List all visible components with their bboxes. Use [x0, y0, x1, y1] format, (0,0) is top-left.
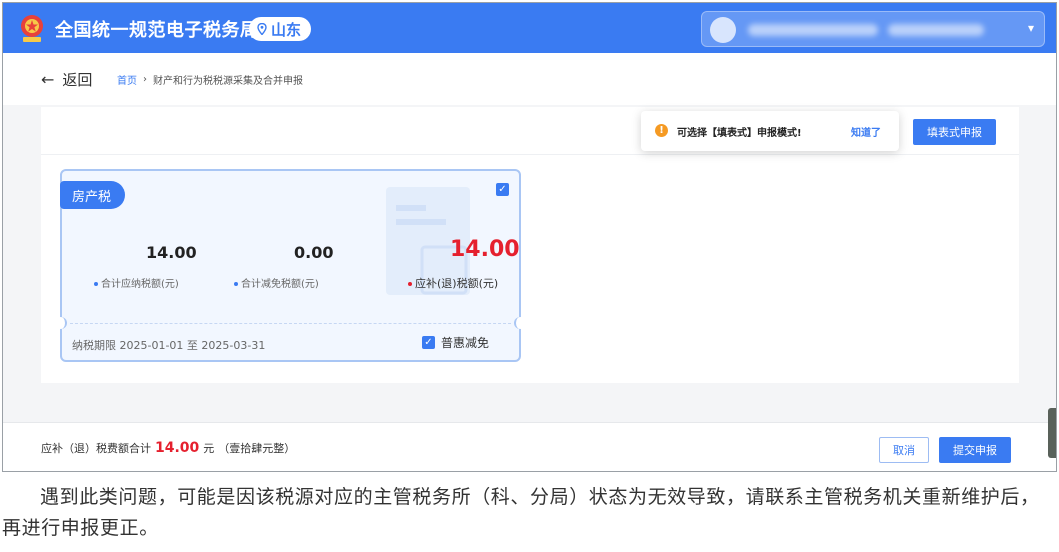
breadcrumb-separator: ›	[143, 74, 147, 85]
blurred-username	[748, 24, 878, 36]
due-amount: 14.00	[450, 237, 520, 262]
top-header: 全国统一规范电子税务局 山东 ▾	[3, 3, 1056, 53]
total-relief-label: 合计减免税额(元)	[234, 275, 319, 290]
total-amount: 14.00	[155, 440, 200, 456]
tooltip-acknowledge-link[interactable]: 知道了	[851, 124, 881, 139]
breadcrumb: 首页 › 财产和行为税税源采集及合并申报	[117, 72, 303, 87]
total-label: 应补（退）税费额合计	[41, 442, 151, 455]
article-caption: 遇到此类问题，可能是因该税源对应的主管税务所（科、分局）状态为无效导致，请联系主…	[2, 486, 1040, 539]
tooltip-text: 可选择【填表式】申报模式!	[677, 128, 802, 139]
total-payable-label: 合计应纳税额(元)	[94, 275, 179, 290]
blurred-org	[888, 24, 984, 36]
total-relief-amount: 0.00	[294, 243, 334, 262]
total-summary: 应补（退）税费额合计 14.00 元 （壹拾肆元整）	[41, 440, 295, 456]
total-unit: 元	[203, 442, 215, 455]
app-screenshot: 全国统一规范电子税务局 山东 ▾ ← 返回 首页 › 财产和行为税税源采集及合并…	[2, 2, 1057, 472]
total-in-words: （壹拾肆元整）	[218, 442, 296, 455]
due-amount-label: 应补(退)税额(元)	[408, 275, 498, 291]
chevron-down-icon: ▾	[1027, 21, 1034, 35]
submit-declaration-button[interactable]: 提交申报	[939, 437, 1011, 463]
card-notch	[514, 317, 526, 329]
tax-source-card[interactable]: 房产税 ✓ 14.00 合计应纳税额(元) 0.00 合计减免税额(元) 14.…	[55, 169, 526, 362]
back-label: 返回	[62, 71, 93, 89]
tax-period: 纳税期限 2025-01-01 至 2025-03-31	[72, 339, 266, 352]
total-payable-amount: 14.00	[146, 243, 197, 262]
arrow-left-icon: ←	[41, 70, 55, 89]
location-pin-icon	[257, 23, 267, 35]
mode-tip-popover: ! 可选择【填表式】申报模式! 知道了	[641, 111, 899, 151]
breadcrumb-bar: ← 返回 首页 › 财产和行为税税源采集及合并申报	[3, 53, 1056, 105]
checkbox-checked-icon[interactable]: ✓	[496, 183, 509, 196]
divider	[41, 154, 1019, 155]
breadcrumb-home-link[interactable]: 首页	[117, 72, 137, 87]
emblem-icon	[21, 15, 43, 42]
cancel-button[interactable]: 取消	[879, 437, 929, 463]
breadcrumb-current: 财产和行为税税源采集及合并申报	[153, 76, 303, 87]
footer-bar: 应补（退）税费额合计 14.00 元 （壹拾肆元整） 取消 提交申报	[3, 422, 1056, 471]
user-account-menu[interactable]: ▾	[701, 11, 1045, 47]
region-label: 山东	[271, 20, 302, 39]
relief-label: 普惠减免	[441, 336, 490, 350]
avatar	[710, 17, 736, 43]
fill-form-declare-button[interactable]: 填表式申报	[913, 119, 996, 145]
checkbox-checked-icon[interactable]: ✓	[422, 336, 435, 349]
warning-icon: !	[655, 124, 668, 137]
relief-checkbox[interactable]: ✓ 普惠减免	[422, 334, 489, 351]
region-selector[interactable]: 山东	[249, 17, 312, 41]
back-button[interactable]: ← 返回	[41, 69, 92, 90]
card-notch	[55, 317, 67, 329]
tax-type-tag: 房产税	[60, 181, 126, 209]
card-divider	[70, 323, 511, 324]
site-title: 全国统一规范电子税务局	[55, 20, 259, 41]
side-feedback-tab[interactable]	[1048, 408, 1056, 458]
